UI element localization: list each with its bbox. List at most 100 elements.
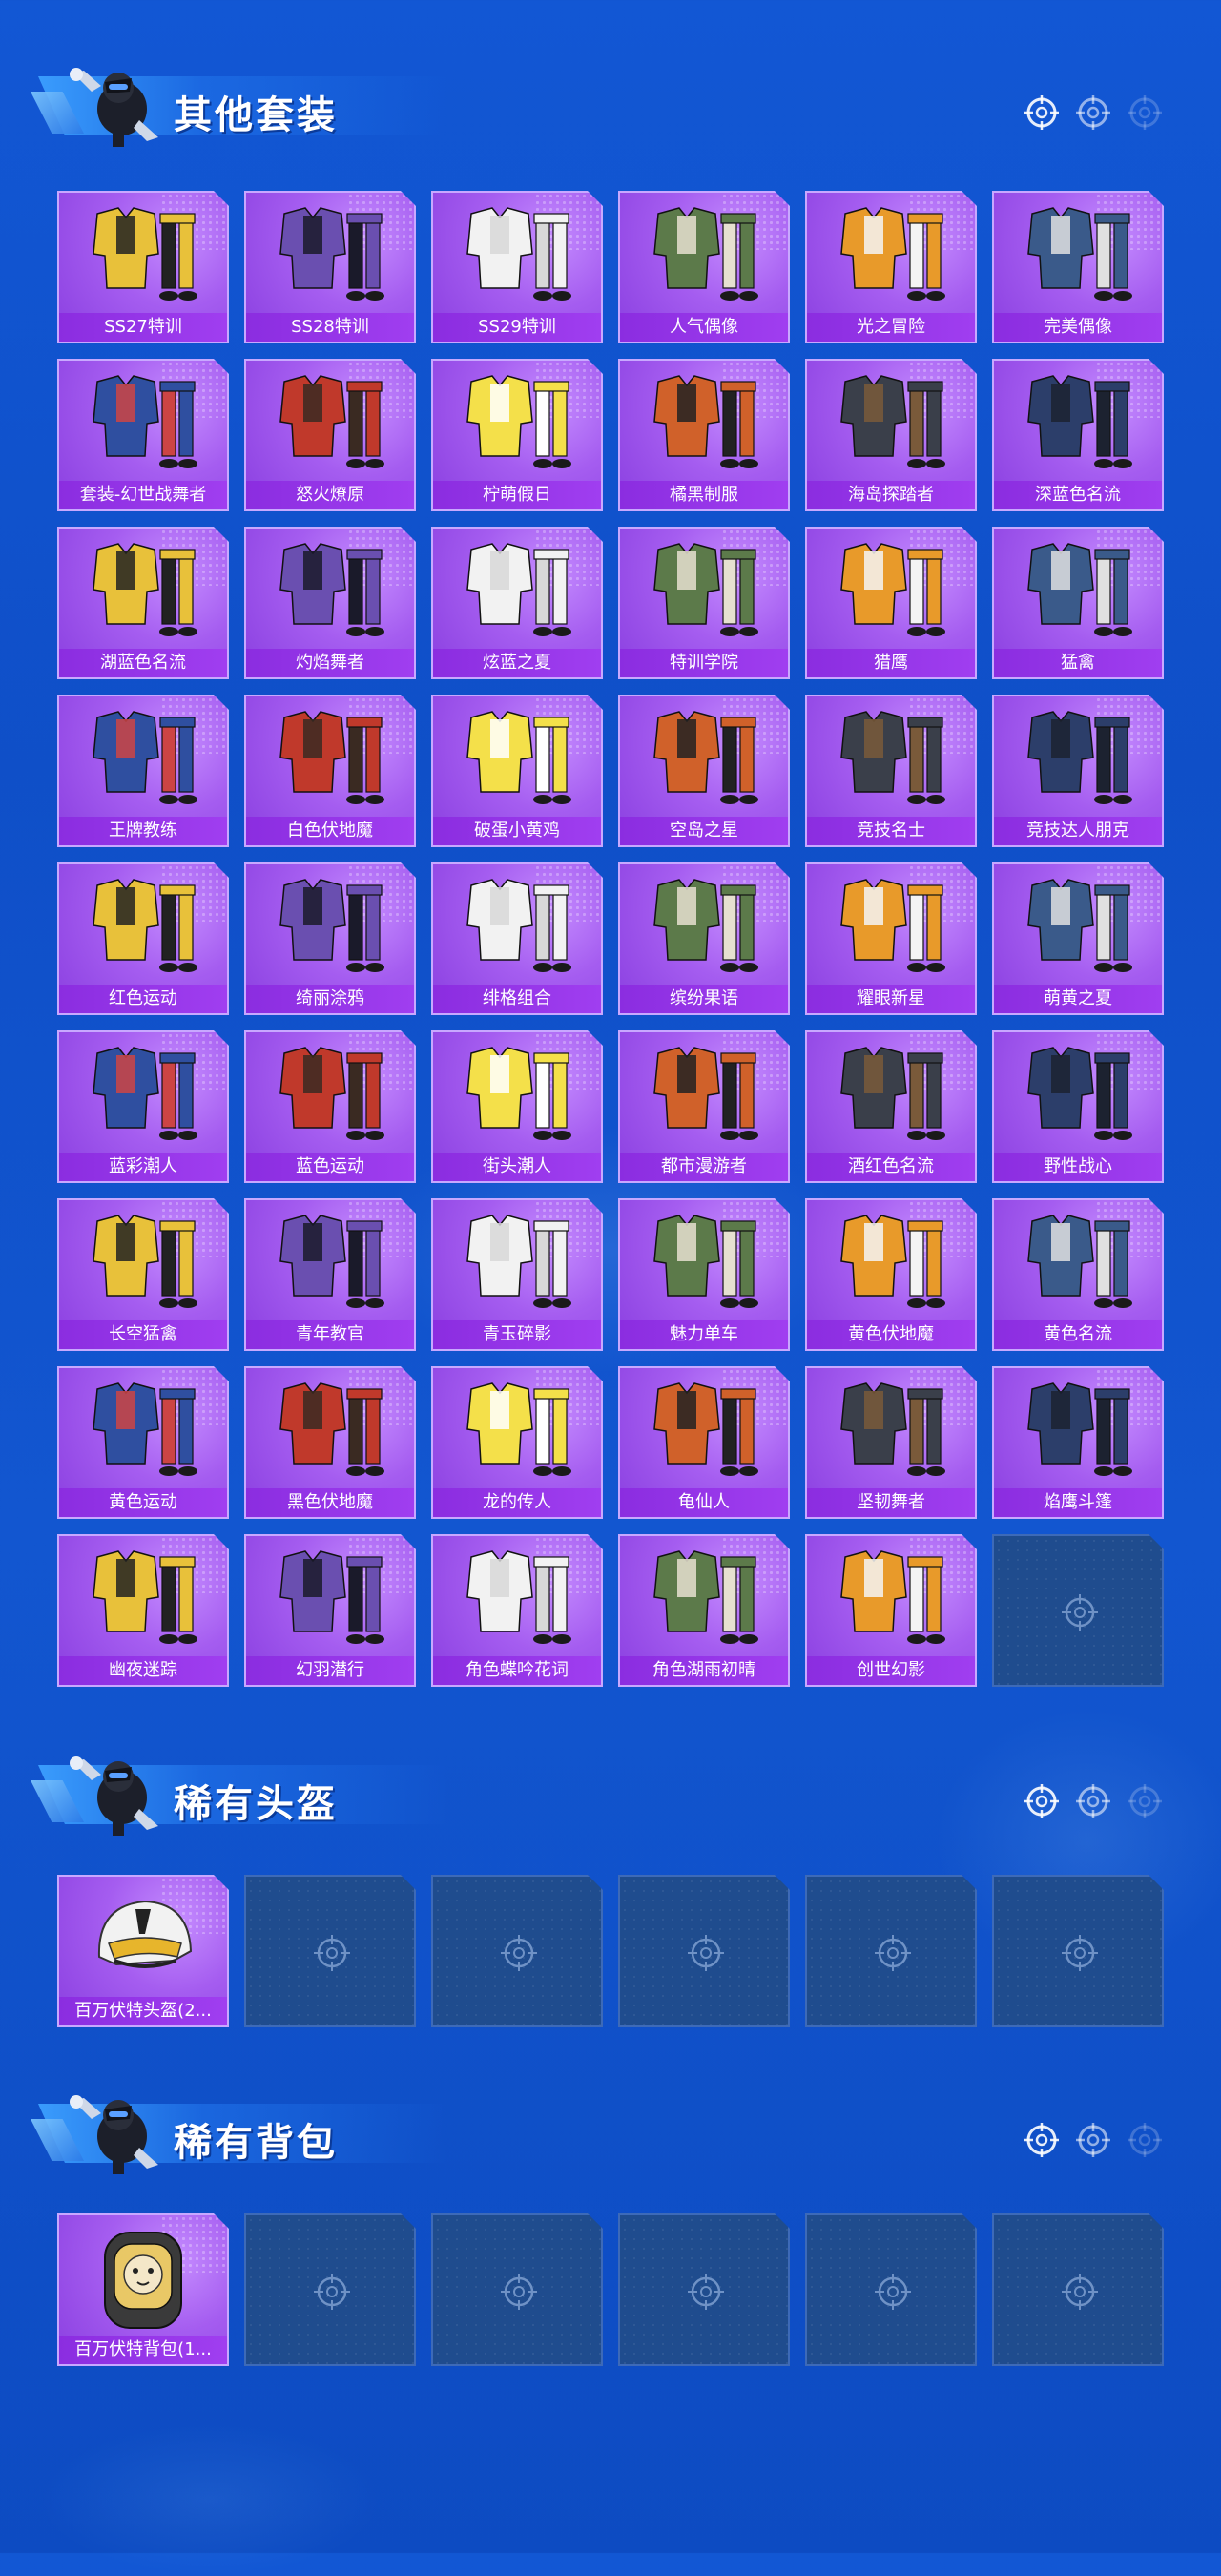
item-card[interactable]: 海岛探踏者 <box>805 359 977 511</box>
empty-slot <box>992 2213 1164 2366</box>
item-card[interactable]: 破蛋小黄鸡 <box>431 695 603 847</box>
item-card[interactable]: 红色运动 <box>57 862 229 1015</box>
outfit-image <box>59 1032 227 1154</box>
item-label: 竞技名士 <box>807 817 975 845</box>
outfit-image <box>807 1200 975 1322</box>
item-card[interactable]: 王牌教练 <box>57 695 229 847</box>
item-card[interactable]: 魅力单车 <box>618 1198 790 1351</box>
item-card[interactable]: 蓝色运动 <box>244 1030 416 1183</box>
item-card[interactable]: 龙的传人 <box>431 1366 603 1519</box>
item-card[interactable]: 竞技达人朋克 <box>992 695 1164 847</box>
helmet-image <box>59 1877 227 1999</box>
empty-slot <box>805 2213 977 2366</box>
item-card[interactable]: SS29特训 <box>431 191 603 343</box>
item-card[interactable]: 酒红色名流 <box>805 1030 977 1183</box>
outfit-image <box>246 1200 414 1322</box>
item-card[interactable]: 缤纷果语 <box>618 862 790 1015</box>
item-card[interactable]: 人气偶像 <box>618 191 790 343</box>
item-card[interactable]: SS28特训 <box>244 191 416 343</box>
item-label: 怒火燎原 <box>246 481 414 509</box>
item-label: 深蓝色名流 <box>994 481 1162 509</box>
outfit-image <box>433 696 601 819</box>
section-other-outfits: 其他套装 SS27特训 SS28特训 SS29特训 人气偶像 光之冒险 完美偶像… <box>0 48 1221 1689</box>
item-card[interactable]: SS27特训 <box>57 191 229 343</box>
item-card[interactable]: 都市漫游者 <box>618 1030 790 1183</box>
item-card[interactable]: 炫蓝之夏 <box>431 527 603 679</box>
item-card[interactable]: 幻羽潜行 <box>244 1534 416 1687</box>
item-card[interactable]: 黄色运动 <box>57 1366 229 1519</box>
item-card[interactable]: 角色湖雨初晴 <box>618 1534 790 1687</box>
item-card[interactable]: 特训学院 <box>618 527 790 679</box>
item-card[interactable]: 黑色伏地魔 <box>244 1366 416 1519</box>
item-label: 创世幻影 <box>807 1656 975 1685</box>
item-label: 幻羽潜行 <box>246 1656 414 1685</box>
mascot-icon <box>70 2095 158 2174</box>
outfit-image <box>620 529 788 651</box>
item-card[interactable]: 绮丽涂鸦 <box>244 862 416 1015</box>
item-card[interactable]: 白色伏地魔 <box>244 695 416 847</box>
outfit-image <box>807 529 975 651</box>
item-card[interactable]: 怒火燎原 <box>244 359 416 511</box>
outfit-image <box>620 1200 788 1322</box>
item-card[interactable]: 黄色名流 <box>992 1198 1164 1351</box>
item-card[interactable]: 萌黄之夏 <box>992 862 1164 1015</box>
item-card[interactable]: 百万伏特头盔(2... <box>57 1875 229 2027</box>
item-card[interactable]: 幽夜迷踪 <box>57 1534 229 1687</box>
empty-slot <box>244 2213 416 2366</box>
section-title: 稀有背包 <box>174 2121 338 2165</box>
empty-slot <box>618 2213 790 2366</box>
item-card[interactable]: 坚韧舞者 <box>805 1366 977 1519</box>
item-card[interactable]: 角色蝶吟花词 <box>431 1534 603 1687</box>
item-card[interactable]: 竞技名士 <box>805 695 977 847</box>
item-grid: SS27特训 SS28特训 SS29特训 人气偶像 光之冒险 完美偶像 套装-幻… <box>57 191 1164 1687</box>
item-card[interactable]: 套装-幻世战舞者 <box>57 359 229 511</box>
header-decor <box>1023 1782 1164 1820</box>
crosshair-icon <box>1076 2123 1110 2157</box>
item-label: 龙的传人 <box>433 1488 601 1517</box>
section-header: 稀有背包 <box>29 2075 1192 2190</box>
empty-slot <box>992 1534 1164 1687</box>
item-card[interactable]: 绯格组合 <box>431 862 603 1015</box>
item-card[interactable]: 柠萌假日 <box>431 359 603 511</box>
item-card[interactable]: 灼焰舞者 <box>244 527 416 679</box>
item-label: 酒红色名流 <box>807 1153 975 1181</box>
item-card[interactable]: 青年教官 <box>244 1198 416 1351</box>
item-card[interactable]: 猎鹰 <box>805 527 977 679</box>
section-title: 其他套装 <box>174 93 338 137</box>
item-label: 湖蓝色名流 <box>59 649 227 677</box>
item-card[interactable]: 野性战心 <box>992 1030 1164 1183</box>
item-card[interactable]: 猛禽 <box>992 527 1164 679</box>
item-card[interactable]: 完美偶像 <box>992 191 1164 343</box>
item-card[interactable]: 青玉碎影 <box>431 1198 603 1351</box>
item-label: 破蛋小黄鸡 <box>433 817 601 845</box>
header-decor <box>1023 93 1164 132</box>
item-card[interactable]: 长空猛禽 <box>57 1198 229 1351</box>
outfit-image <box>807 193 975 315</box>
item-card[interactable]: 橘黑制服 <box>618 359 790 511</box>
item-label: 黄色名流 <box>994 1320 1162 1349</box>
outfit-image <box>994 361 1162 483</box>
item-card[interactable]: 光之冒险 <box>805 191 977 343</box>
item-card[interactable]: 深蓝色名流 <box>992 359 1164 511</box>
empty-slot-icon <box>498 2271 540 2313</box>
item-card[interactable]: 焰鹰斗篷 <box>992 1366 1164 1519</box>
item-card[interactable]: 创世幻影 <box>805 1534 977 1687</box>
item-card[interactable]: 龟仙人 <box>618 1366 790 1519</box>
item-label: 坚韧舞者 <box>807 1488 975 1517</box>
item-card[interactable]: 百万伏特背包(1... <box>57 2213 229 2366</box>
item-card[interactable]: 空岛之星 <box>618 695 790 847</box>
item-label: 角色蝶吟花词 <box>433 1656 601 1685</box>
section-rare-backpacks: 稀有背包 百万伏特背包(1... <box>0 2075 1221 2380</box>
outfit-image <box>620 1032 788 1154</box>
item-card[interactable]: 街头潮人 <box>431 1030 603 1183</box>
item-card[interactable]: 蓝彩潮人 <box>57 1030 229 1183</box>
item-label: 蓝色运动 <box>246 1153 414 1181</box>
outfit-image <box>246 696 414 819</box>
outfit-image <box>807 696 975 819</box>
item-card[interactable]: 黄色伏地魔 <box>805 1198 977 1351</box>
outfit-image <box>994 696 1162 819</box>
item-card[interactable]: 湖蓝色名流 <box>57 527 229 679</box>
crosshair-icon <box>1076 95 1110 130</box>
outfit-image <box>620 193 788 315</box>
item-card[interactable]: 耀眼新星 <box>805 862 977 1015</box>
